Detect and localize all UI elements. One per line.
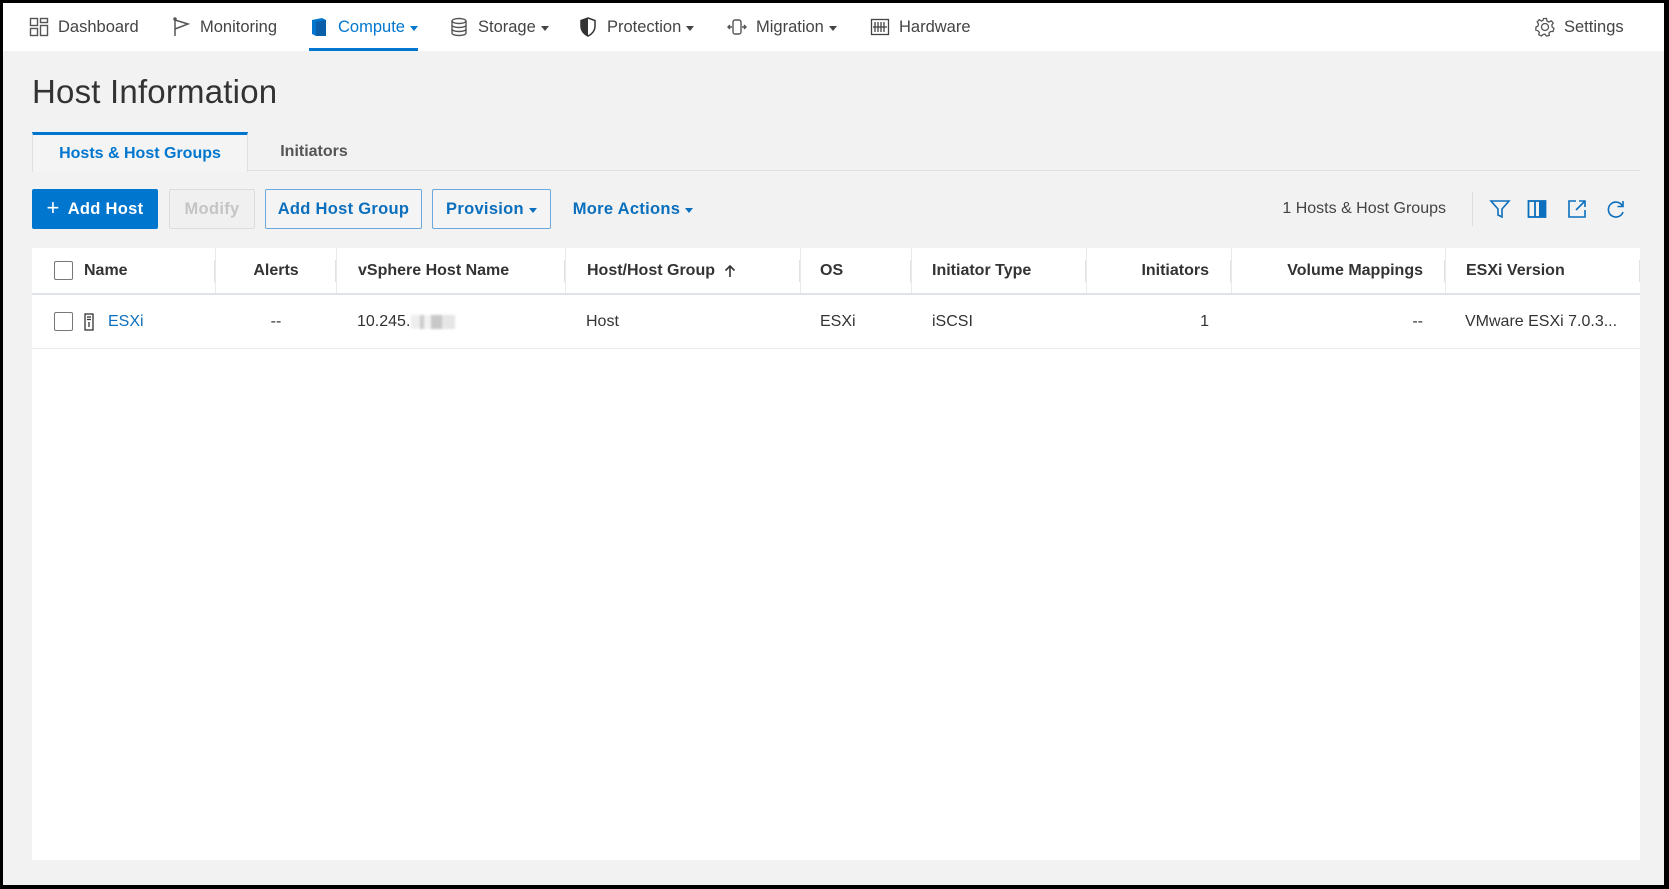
toolbar: + Add Host Modify Add Host Group Provisi… bbox=[32, 189, 1640, 229]
flag-icon bbox=[171, 17, 191, 37]
column-divider bbox=[800, 248, 801, 293]
redacted-text bbox=[411, 314, 456, 329]
chevron-down-icon bbox=[528, 207, 537, 213]
hardware-rack-icon bbox=[870, 17, 890, 37]
nav-label: Dashboard bbox=[58, 17, 139, 36]
column-header-name[interactable]: Name bbox=[84, 248, 215, 293]
export-icon[interactable] bbox=[1565, 197, 1589, 221]
nav-compute[interactable]: Compute bbox=[309, 3, 418, 51]
select-all-checkbox-cell bbox=[54, 248, 74, 293]
compute-book-icon bbox=[309, 17, 329, 37]
cell-vsphere-host-name: 10.245. bbox=[357, 295, 564, 348]
column-header-volume-mappings[interactable]: Volume Mappings bbox=[1232, 248, 1445, 293]
chevron-down-icon bbox=[685, 207, 694, 213]
column-label: Volume Mappings bbox=[1287, 261, 1423, 279]
app-window: Dashboard Monitoring Compute Storage Pro… bbox=[3, 3, 1664, 885]
migration-icon bbox=[727, 17, 747, 37]
tab-hosts-host-groups[interactable]: Hosts & Host Groups bbox=[32, 132, 248, 172]
add-host-label: Add Host bbox=[67, 199, 144, 218]
chevron-down-icon bbox=[540, 25, 549, 31]
tab-initiators[interactable]: Initiators bbox=[248, 132, 380, 171]
select-all-checkbox[interactable] bbox=[54, 261, 73, 280]
column-divider bbox=[565, 248, 566, 293]
result-count: 1 Hosts & Host Groups bbox=[1282, 200, 1446, 217]
page-title: Host Information bbox=[32, 73, 278, 110]
refresh-icon[interactable] bbox=[1604, 197, 1628, 221]
column-divider bbox=[336, 248, 337, 293]
column-label: vSphere Host Name bbox=[358, 261, 510, 279]
more-actions-label: More Actions bbox=[572, 199, 681, 218]
column-label: Name bbox=[84, 261, 128, 279]
cell-alerts: -- bbox=[270, 312, 282, 330]
more-actions-button[interactable]: More Actions bbox=[568, 189, 698, 229]
tab-bar: Hosts & Host Groups Initiators bbox=[32, 132, 1640, 172]
top-nav: Dashboard Monitoring Compute Storage Pro… bbox=[3, 3, 1664, 51]
nav-settings[interactable]: Settings bbox=[1535, 3, 1624, 51]
row-checkbox[interactable] bbox=[54, 312, 73, 331]
nav-hardware[interactable]: Hardware bbox=[870, 3, 971, 51]
column-header-vsphere-host-name[interactable]: vSphere Host Name bbox=[358, 248, 565, 293]
shield-icon bbox=[578, 17, 598, 37]
cell-host-host-group: Host bbox=[586, 312, 619, 330]
column-header-os[interactable]: OS bbox=[820, 248, 911, 293]
nav-label: Storage bbox=[478, 17, 536, 36]
modify-button[interactable]: Modify bbox=[169, 189, 255, 229]
nav-dashboard[interactable]: Dashboard bbox=[29, 3, 139, 51]
nav-label: Protection bbox=[607, 17, 682, 36]
filter-icon[interactable] bbox=[1488, 197, 1512, 221]
nav-monitoring[interactable]: Monitoring bbox=[171, 3, 277, 51]
column-label: Alerts bbox=[253, 261, 299, 279]
cell-esxi-version: VMware ESXi 7.0.3... bbox=[1465, 312, 1618, 330]
provision-label: Provision bbox=[446, 199, 524, 218]
provision-button[interactable]: Provision bbox=[432, 189, 551, 229]
chevron-down-icon bbox=[409, 25, 418, 31]
dashboard-grid-icon bbox=[29, 17, 49, 37]
column-label: ESXi Version bbox=[1466, 261, 1565, 279]
column-divider bbox=[1445, 248, 1446, 293]
cell-name: ESXi bbox=[84, 295, 215, 348]
column-label: Initiator Type bbox=[932, 261, 1032, 279]
column-label: OS bbox=[820, 261, 844, 279]
cell-os: ESXi bbox=[820, 312, 856, 330]
database-icon bbox=[449, 17, 469, 37]
column-header-initiator-type[interactable]: Initiator Type bbox=[932, 248, 1086, 293]
cell-initiator-type: iSCSI bbox=[932, 312, 973, 330]
nav-storage[interactable]: Storage bbox=[449, 3, 549, 51]
table-row[interactable]: ESXi -- 10.245. Host ESXi iSCSI 1 -- VMw… bbox=[32, 295, 1640, 349]
add-host-group-button[interactable]: Add Host Group bbox=[265, 189, 422, 229]
chevron-down-icon bbox=[686, 25, 695, 31]
column-header-host-host-group[interactable]: Host/Host Group bbox=[587, 248, 800, 293]
host-name-link[interactable]: ESXi bbox=[108, 313, 144, 331]
nav-label: Hardware bbox=[899, 17, 971, 36]
nav-label: Compute bbox=[338, 17, 405, 36]
nav-label: Settings bbox=[1564, 17, 1624, 36]
table-header: Name Alerts vSphere Host Name Host/Host … bbox=[32, 248, 1640, 295]
column-header-initiators[interactable]: Initiators bbox=[1087, 248, 1231, 293]
column-divider bbox=[911, 248, 912, 293]
nav-migration[interactable]: Migration bbox=[727, 3, 837, 51]
column-label: Initiators bbox=[1141, 261, 1209, 279]
plus-icon: + bbox=[46, 195, 60, 220]
columns-icon[interactable] bbox=[1525, 197, 1549, 221]
sort-ascending-icon[interactable] bbox=[724, 264, 736, 278]
column-label: Host/Host Group bbox=[587, 261, 715, 279]
hosts-table: Name Alerts vSphere Host Name Host/Host … bbox=[32, 248, 1640, 860]
chevron-down-icon bbox=[828, 25, 837, 31]
row-checkbox-cell bbox=[54, 295, 74, 348]
toolbar-divider bbox=[1472, 192, 1473, 226]
nav-label: Migration bbox=[756, 17, 824, 36]
gear-icon bbox=[1535, 17, 1555, 37]
add-host-button[interactable]: + Add Host bbox=[32, 189, 158, 229]
nav-protection[interactable]: Protection bbox=[578, 3, 695, 51]
host-server-icon bbox=[84, 312, 94, 331]
cell-initiators: 1 bbox=[1200, 312, 1209, 330]
column-header-esxi-version[interactable]: ESXi Version bbox=[1466, 248, 1640, 293]
cell-volume-mappings: -- bbox=[1412, 312, 1423, 330]
vsphere-host-name-text: 10.245. bbox=[357, 312, 411, 330]
column-header-alerts[interactable]: Alerts bbox=[216, 248, 336, 293]
nav-label: Monitoring bbox=[200, 17, 278, 36]
